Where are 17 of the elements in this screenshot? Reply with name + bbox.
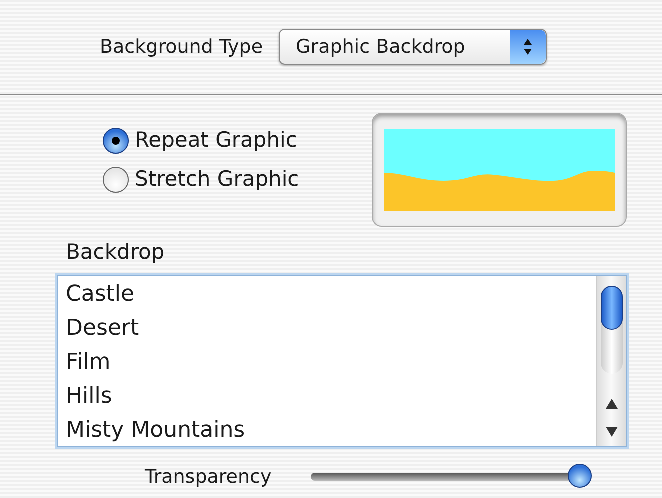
section-label: Backdrop	[65, 239, 166, 266]
list-item[interactable]: Desert	[58, 312, 596, 346]
slider-thumb[interactable]	[568, 464, 592, 488]
popup-button[interactable]: Graphic Backdrop	[279, 29, 548, 65]
list-item[interactable]: Hills	[58, 380, 596, 414]
scrollbar[interactable]	[596, 276, 626, 446]
list-item[interactable]: Film	[58, 346, 596, 380]
slider-label: Transparency	[145, 464, 273, 490]
stepper-arrows-icon	[523, 37, 534, 57]
scroll-up-icon[interactable]	[604, 398, 618, 410]
radio-button[interactable]: Stretch Graphic	[103, 160, 300, 199]
list-item[interactable]: Misty Mountains	[58, 414, 596, 446]
scroll-thumb[interactable]	[600, 286, 622, 374]
scroll-down-icon[interactable]	[604, 426, 618, 438]
field-label: Background Type	[100, 34, 264, 60]
radio-button[interactable]: Repeat Graphic	[103, 121, 298, 160]
list-item[interactable]: Castle	[58, 278, 596, 312]
